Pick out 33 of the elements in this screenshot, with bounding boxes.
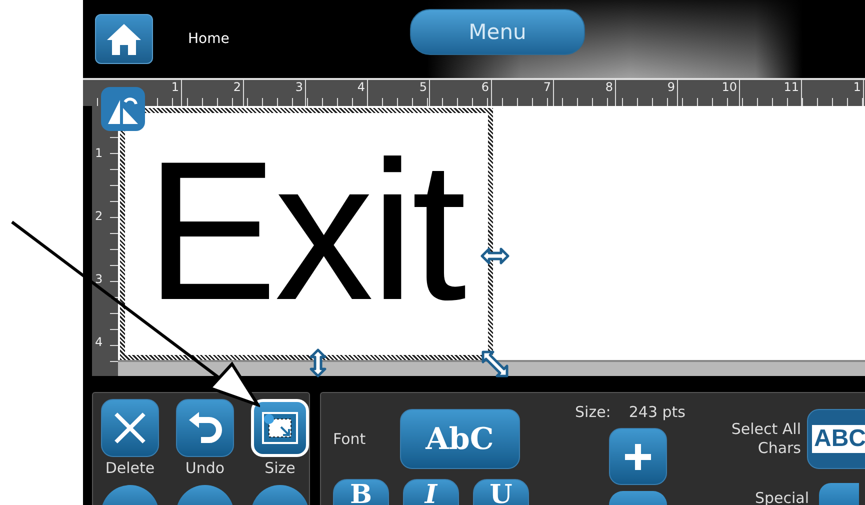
resize-icon — [261, 411, 299, 445]
ruler-number: 2 — [94, 209, 104, 225]
text-style-button[interactable]: I — [403, 479, 459, 505]
text-object-frame[interactable]: Exit — [120, 108, 493, 360]
x-icon — [112, 410, 148, 446]
ruler-number: 4 — [94, 335, 104, 351]
size-button[interactable] — [251, 399, 309, 457]
tool-label: Size — [264, 459, 296, 477]
font-label: Font — [333, 430, 366, 448]
tool-label: Delete — [105, 459, 155, 477]
text-style-button[interactable]: B — [333, 479, 389, 505]
select-all-button[interactable]: ABC — [807, 409, 865, 469]
home-button[interactable] — [95, 14, 153, 64]
menu-button[interactable]: Menu — [410, 9, 585, 55]
home-icon — [105, 22, 143, 56]
undo-button[interactable] — [176, 399, 234, 457]
special-button[interactable] — [819, 483, 860, 505]
delete-button[interactable] — [101, 399, 159, 457]
plus-icon — [625, 444, 651, 470]
label-text: Exit — [145, 132, 466, 330]
tool-label: Undo — [185, 459, 225, 477]
size-label: Size: — [575, 403, 611, 422]
home-label: Home — [188, 31, 230, 47]
font-button[interactable]: AbC — [400, 409, 520, 469]
rotate-button[interactable] — [100, 86, 146, 132]
increase-size-button[interactable] — [609, 428, 667, 485]
undo-icon — [187, 410, 223, 446]
size-value: 243 pts — [628, 403, 686, 422]
ruler-number: 3 — [94, 272, 104, 288]
ruler-number: 1 — [94, 146, 104, 162]
select-all-label: Select All Chars — [730, 420, 801, 458]
diagonal-resize-handle[interactable] — [480, 349, 510, 379]
text-style-button[interactable]: U — [473, 479, 529, 505]
